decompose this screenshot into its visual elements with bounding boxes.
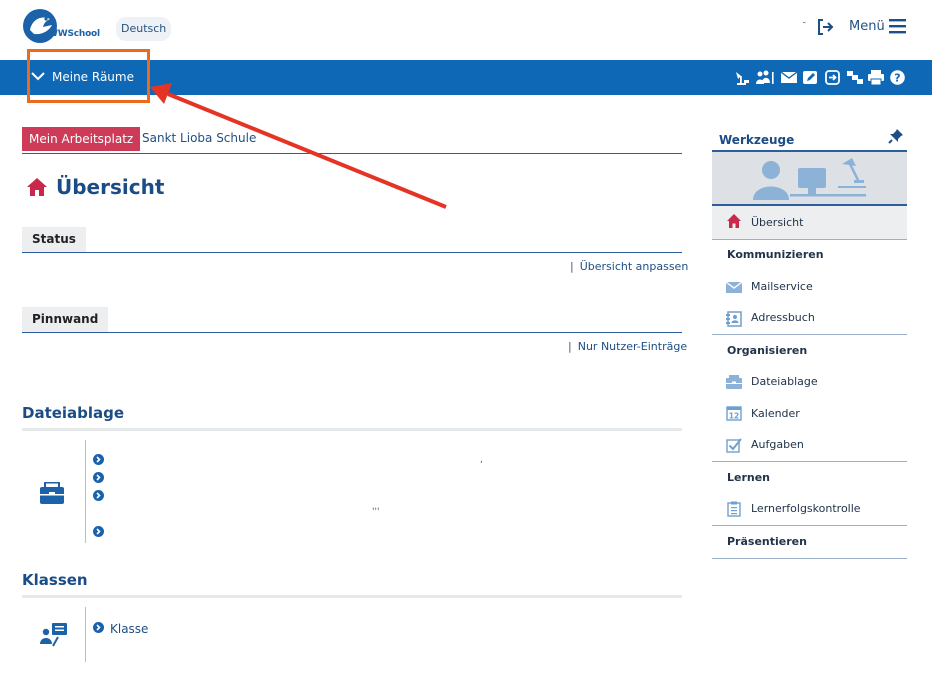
tab-school[interactable]: Sankt Lioba Schule (142, 131, 256, 145)
sidebar-item-learning-check[interactable]: Lernerfolgskontrolle (751, 502, 861, 515)
home-icon (27, 178, 47, 196)
status-divider (22, 252, 682, 253)
redacted-mark: , (480, 455, 483, 465)
sidebar-item-label[interactable]: Übersicht (751, 216, 803, 229)
sidebar-item-files[interactable]: Dateiablage (751, 375, 818, 388)
sidebar-category-organize: Organisieren (727, 344, 808, 357)
pin-icon[interactable] (888, 128, 904, 144)
teacher-board-icon (40, 623, 67, 647)
chevron-right-icon[interactable] (93, 490, 104, 501)
checkbox-tasks-icon (726, 438, 742, 453)
pinboard-divider (22, 332, 682, 333)
language-button[interactable]: Deutsch (116, 17, 172, 41)
files-section-title: Dateiablage (22, 404, 125, 422)
redacted-mark: ''' (372, 507, 380, 517)
sidebar-divider (712, 461, 907, 462)
classes-list-rule (85, 607, 86, 662)
mail-icon (726, 281, 742, 293)
sitemap-icon[interactable] (847, 70, 863, 85)
sidebar-category-present: Präsentieren (727, 535, 807, 548)
users-group-icon[interactable] (755, 70, 775, 85)
user-entries-only-link[interactable]: | Nur Nutzer-Einträge (568, 340, 687, 353)
tab-my-workspace[interactable]: Mein Arbeitsplatz (22, 127, 141, 151)
sidebar-item-mailservice[interactable]: Mailservice (751, 280, 813, 293)
logo-text: WWSchool (48, 29, 100, 39)
sidebar-item-calendar[interactable]: Kalender (751, 407, 800, 420)
chevron-right-icon[interactable] (93, 526, 104, 537)
svg-text:?: ? (894, 72, 900, 85)
edit-icon[interactable] (803, 70, 818, 85)
clipboard-icon (727, 501, 741, 517)
workspace-illustration-icon (753, 158, 866, 200)
file-cabinet-icon (726, 375, 742, 389)
annotation-highlight-box (27, 49, 150, 103)
sidebar-item-tasks[interactable]: Aufgaben (751, 438, 804, 451)
tools-sidebar-title: Werkzeuge (719, 133, 795, 147)
classes-divider (22, 595, 682, 598)
calendar-day-number: 12 (729, 412, 739, 421)
hamburger-menu-icon[interactable] (889, 18, 906, 34)
sidebar-divider (712, 334, 907, 335)
classes-section-title: Klassen (22, 571, 88, 589)
sidebar-illustration (712, 152, 907, 204)
files-list-rule (85, 440, 86, 543)
sidebar-category-learn: Lernen (727, 471, 771, 484)
pinboard-section-tab: Pinnwand (22, 307, 109, 332)
tab-divider (22, 153, 682, 154)
chevron-right-icon[interactable] (93, 622, 104, 633)
address-book-icon (726, 311, 742, 327)
files-divider (22, 428, 682, 431)
class-link[interactable]: Klasse (110, 622, 148, 636)
sidebar-divider (712, 525, 907, 526)
user-entries-only-label[interactable]: Nur Nutzer-Einträge (578, 340, 687, 353)
page-title: Übersicht (56, 175, 165, 199)
sidebar-divider (712, 239, 907, 240)
calendar-icon: 12 (726, 406, 742, 421)
logout-icon[interactable] (816, 18, 834, 36)
home-icon (727, 214, 741, 228)
customize-overview-label[interactable]: Übersicht anpassen (580, 260, 689, 273)
login-icon[interactable] (825, 70, 840, 85)
small-chevron-icon[interactable]: ˘ (802, 22, 807, 32)
status-section-tab: Status (22, 227, 86, 252)
desk-lamp-icon[interactable] (733, 70, 750, 85)
file-cabinet-icon (40, 482, 64, 504)
print-icon[interactable] (868, 70, 884, 85)
sidebar-category-communicate: Kommunizieren (727, 248, 824, 261)
chevron-right-icon[interactable] (93, 472, 104, 483)
help-icon[interactable]: ? (890, 70, 905, 85)
sidebar-item-addressbook[interactable]: Adressbuch (751, 311, 815, 324)
chevron-right-icon[interactable] (93, 454, 104, 465)
customize-overview-link[interactable]: | Übersicht anpassen (570, 260, 688, 273)
mail-icon[interactable] (781, 70, 797, 85)
sidebar-divider (712, 558, 907, 559)
menu-label[interactable]: Menü (849, 19, 885, 34)
